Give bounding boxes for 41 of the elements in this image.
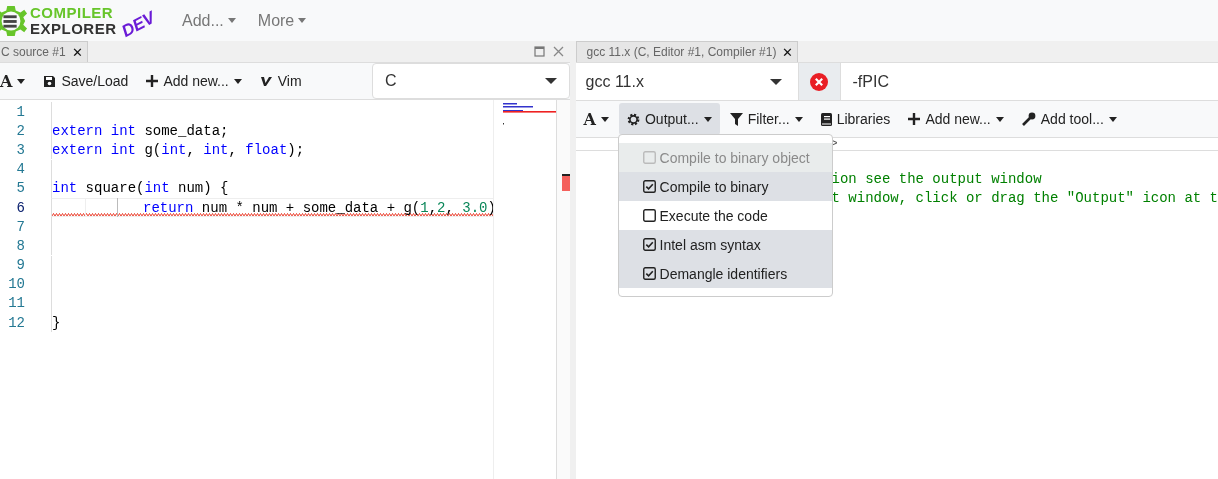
language-select[interactable]: C xyxy=(372,63,570,99)
code-line: int square(int num) { xyxy=(52,180,229,197)
line-number: 2 xyxy=(15,122,25,139)
logo-text: COMPILER xyxy=(30,4,115,21)
line-number: 5 xyxy=(15,180,25,197)
output-line: ion see the output window xyxy=(831,171,1043,189)
line-number: 7 xyxy=(15,218,25,235)
line-number: 6 xyxy=(15,199,25,216)
line-number: 3 xyxy=(15,141,25,158)
output-button[interactable]: Output... xyxy=(618,103,720,135)
save-button[interactable]: Save/Load xyxy=(35,65,137,97)
menu-button[interactable]: Add... xyxy=(178,11,240,30)
code-line: extern int g(int, int, float); xyxy=(52,141,305,158)
close-icon[interactable]: ✕ xyxy=(782,44,794,60)
add-button[interactable]: Add new... xyxy=(900,103,1012,135)
font-button[interactable]: A xyxy=(575,103,617,135)
line-number: 4 xyxy=(15,161,25,178)
line-number: 12 xyxy=(7,314,25,331)
font-button[interactable]: A xyxy=(0,65,34,97)
line-number: 8 xyxy=(15,237,25,254)
menu-button[interactable]: More xyxy=(253,11,311,30)
line-number: 11 xyxy=(7,295,25,312)
close-icon[interactable]: ✕ xyxy=(71,44,83,60)
line-number: 10 xyxy=(7,276,25,293)
dev-label: DEV xyxy=(117,7,159,42)
logo-text: EXPLORER xyxy=(30,20,117,37)
vim-button[interactable]: Vim xyxy=(251,65,310,97)
line-number: 1 xyxy=(15,103,25,120)
menu-item[interactable]: Intel asm syntax xyxy=(618,230,832,259)
editor-tab[interactable]: C source #1 ✕ xyxy=(0,41,88,62)
menu-item[interactable]: Compile to binary xyxy=(618,172,832,201)
compiler-tab[interactable]: gcc 11.x (C, Editor #1, Compiler #1) ✕ xyxy=(575,41,799,62)
menu-item[interactable]: Demangle identifiers xyxy=(618,259,832,288)
code-line: return num * num + some_data + g(1,2, 3.0) xyxy=(143,199,493,216)
code-line: } xyxy=(52,314,61,331)
line-number: 9 xyxy=(15,257,25,274)
tool-button[interactable]: Add tool... xyxy=(1013,103,1125,135)
add-button[interactable]: Add new... xyxy=(138,65,250,97)
code-line: extern int some_data; xyxy=(52,122,229,139)
menu-item[interactable]: Execute the code xyxy=(618,201,832,230)
output-line: t window, click or drag the "Output" icon at t xyxy=(831,190,1218,208)
